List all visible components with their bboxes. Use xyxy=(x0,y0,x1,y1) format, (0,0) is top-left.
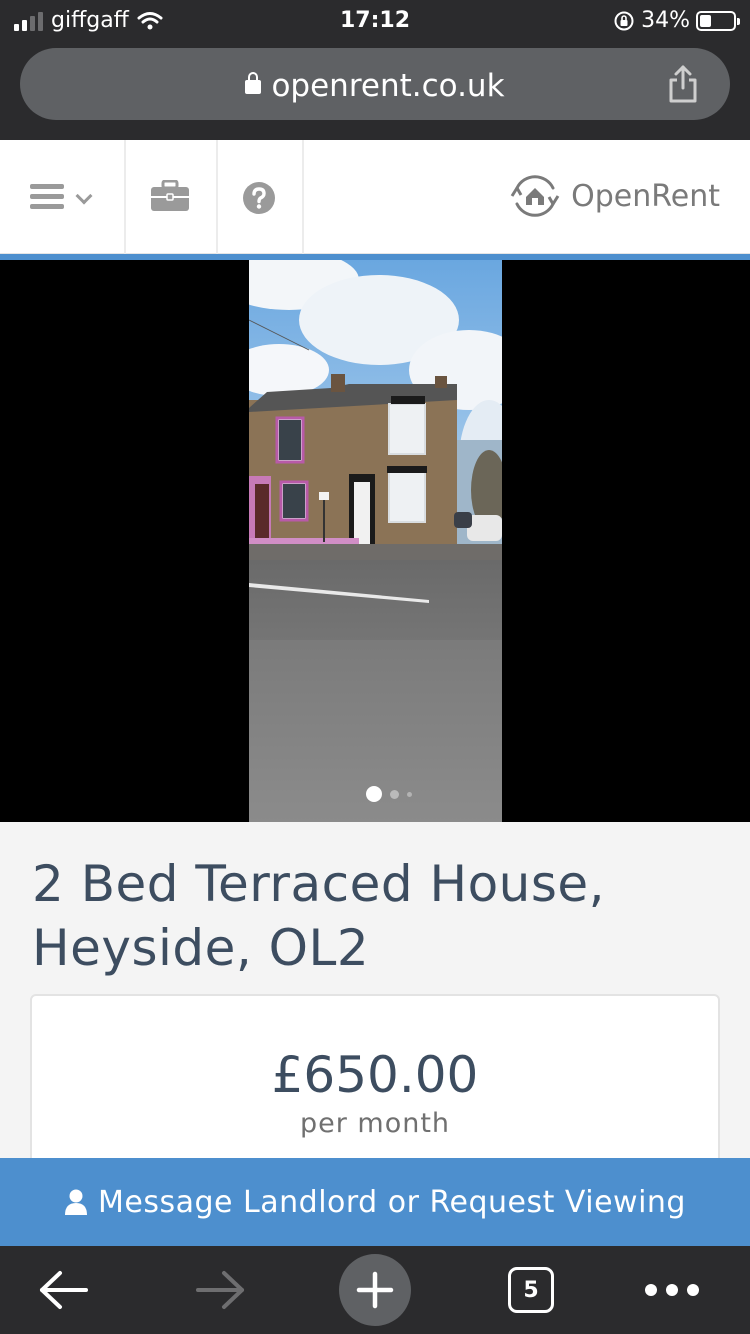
user-icon xyxy=(65,1189,88,1215)
help-icon xyxy=(243,182,275,214)
chevron-down-icon xyxy=(75,187,93,205)
tabs-button[interactable]: 5 xyxy=(496,1246,566,1334)
more-dots-icon xyxy=(645,1284,699,1296)
menu-icon xyxy=(30,184,64,210)
briefcase-button[interactable] xyxy=(126,140,218,254)
plus-icon xyxy=(339,1254,411,1326)
gallery-pagination[interactable] xyxy=(366,786,412,802)
openrent-logo-icon xyxy=(510,175,560,217)
battery-percent: 34% xyxy=(641,8,690,33)
listing-title: 2 Bed Terraced House, Heyside, OL2 xyxy=(32,855,606,977)
status-bar: giffgaff 17:12 34% xyxy=(0,0,750,42)
logo-text: OpenRent xyxy=(571,178,720,214)
status-right: 34% xyxy=(613,8,740,33)
forward-button[interactable] xyxy=(180,1246,260,1334)
price-amount: £650.00 xyxy=(271,1046,479,1104)
share-icon[interactable] xyxy=(666,64,700,104)
battery-icon xyxy=(696,10,740,31)
browser-toolbar: 5 xyxy=(0,1246,750,1334)
browser-address-area: openrent.co.uk xyxy=(0,42,750,140)
briefcase-icon xyxy=(151,180,189,211)
gallery-dot[interactable] xyxy=(407,791,412,797)
menu-button[interactable] xyxy=(0,140,126,254)
back-arrow-icon xyxy=(40,1271,88,1309)
back-button[interactable] xyxy=(24,1246,104,1334)
lock-icon xyxy=(245,72,262,94)
help-button[interactable] xyxy=(218,140,304,254)
url-text: openrent.co.uk xyxy=(271,68,505,104)
new-tab-button[interactable] xyxy=(338,1246,412,1334)
more-menu-button[interactable] xyxy=(634,1246,710,1334)
tabs-count-icon: 5 xyxy=(508,1267,554,1313)
property-photo-image xyxy=(249,260,502,822)
address-bar[interactable]: openrent.co.uk xyxy=(20,48,730,120)
photo-gallery[interactable] xyxy=(0,260,750,822)
site-header: OpenRent xyxy=(0,140,750,254)
property-photo[interactable] xyxy=(249,260,502,822)
url-display[interactable]: openrent.co.uk xyxy=(20,68,730,104)
gallery-dot-active[interactable] xyxy=(366,786,382,802)
price-period: per month xyxy=(299,1108,451,1139)
forward-arrow-icon xyxy=(196,1271,244,1309)
orientation-lock-icon xyxy=(614,11,634,30)
gallery-dot[interactable] xyxy=(390,789,399,799)
cta-label: Message Landlord or Request Viewing xyxy=(98,1184,686,1220)
screen: giffgaff 17:12 34% openrent.co.uk OpenRe… xyxy=(0,0,750,1334)
message-landlord-button[interactable]: Message Landlord or Request Viewing xyxy=(0,1158,750,1246)
openrent-logo[interactable]: OpenRent xyxy=(509,170,720,222)
